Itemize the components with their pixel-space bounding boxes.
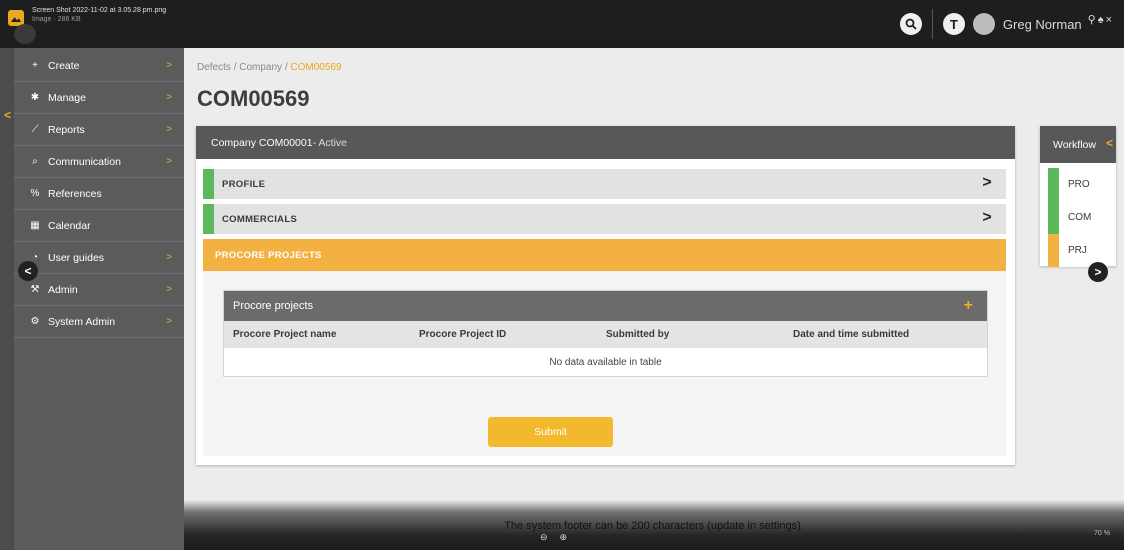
chevron-right-icon: > [166, 124, 172, 135]
workflow-step-com[interactable]: COM [1048, 201, 1108, 234]
breadcrumb-current: COM00569 [290, 62, 342, 73]
footer-text: The system footer can be 200 characters … [504, 520, 804, 532]
pin-icon[interactable]: ⚲ [1088, 14, 1098, 26]
avatar[interactable] [972, 13, 995, 35]
next-arrow-icon[interactable]: > [1088, 262, 1108, 282]
sidebar-item-label: User guides [48, 251, 105, 264]
file-preview-text: Screen Shot 2022-11-02 at 3.05.28 pm.png… [32, 6, 166, 24]
sidebar-item-create[interactable]: + Create > [14, 50, 184, 82]
sidebar-menu: + Create > ✱ Manage > ⟋ Reports > ⌕ Comm… [14, 50, 184, 338]
workflow-title: Workflow [1053, 138, 1096, 151]
sidebar-item-label: References [48, 187, 102, 200]
company-name: Company COM00001 [211, 136, 313, 149]
table-column-headers: Procore Project name Procore Project ID … [224, 321, 987, 348]
file-preview-chip: Screen Shot 2022-11-02 at 3.05.28 pm.png… [8, 6, 166, 26]
header-divider [931, 9, 933, 39]
submit-button[interactable]: Submit [488, 417, 613, 447]
notification-icons[interactable]: ⚲♠× [1088, 13, 1114, 26]
footer: The system footer can be 200 characters … [184, 500, 1124, 550]
chevron-right-icon: > [166, 92, 172, 103]
section-procore-projects[interactable]: PROCORE PROJECTS [203, 239, 1006, 271]
sidebar-item-label: Reports [48, 123, 85, 136]
breadcrumb-company[interactable]: Company [239, 62, 282, 73]
section-commercials[interactable]: COMMERCIALS > [203, 204, 1006, 234]
top-bar: Screen Shot 2022-11-02 at 3.05.28 pm.png… [0, 0, 1124, 48]
user-name[interactable]: Greg Norman [1003, 17, 1082, 32]
column-header[interactable]: Submitted by [606, 329, 669, 340]
cogs-icon: ⚙ [30, 316, 40, 327]
table-empty-row: No data available in table [224, 348, 987, 376]
workflow-step-pro[interactable]: PRO [1048, 168, 1108, 201]
sidebar-item-reports[interactable]: ⟋ Reports > [14, 114, 184, 146]
table-header-bar: Procore projects + [224, 291, 987, 321]
chevron-right-icon: > [982, 209, 992, 226]
breadcrumb-defects[interactable]: Defects [197, 62, 231, 73]
breadcrumb: Defects / Company / COM00569 [197, 62, 342, 73]
sidebar-item-references[interactable]: % References [14, 178, 184, 210]
calendar-icon: ▦ [30, 220, 40, 231]
procore-projects-table: Procore projects + Procore Project name … [223, 290, 988, 377]
zoom-out-icon[interactable]: ⊖ [540, 532, 560, 542]
sidebar-item-manage[interactable]: ✱ Manage > [14, 82, 184, 114]
top-right-controls: T Greg Norman ⚲♠× [899, 0, 1124, 48]
page-title: COM00569 [197, 86, 310, 111]
chevron-right-icon: > [166, 252, 172, 263]
link-icon: % [30, 188, 40, 199]
column-header[interactable]: Procore Project ID [419, 329, 506, 340]
add-icon[interactable]: + [964, 297, 973, 315]
sidebar-item-label: Admin [48, 283, 78, 296]
wrench-icon: ⚒ [30, 284, 40, 295]
column-header[interactable]: Procore Project name [233, 329, 336, 340]
table-title: Procore projects [233, 300, 314, 312]
tenant-button[interactable]: T [942, 13, 965, 35]
sidebar-item-admin[interactable]: ⚒ Admin > [14, 274, 184, 306]
chevron-right-icon: > [166, 316, 172, 327]
workflow-header: Workflow < [1040, 126, 1116, 163]
chevron-right-icon: > [166, 156, 172, 167]
section-profile-label: PROFILE [222, 178, 266, 190]
plus-icon: + [32, 60, 38, 71]
sidebar-item-label: Communication [48, 155, 121, 168]
sidebar-collapse-tab[interactable]: < [0, 48, 14, 550]
zoom-in-icon[interactable]: ⊕ [560, 532, 580, 542]
chevron-right-icon: > [982, 174, 992, 191]
procore-section-body: Procore projects + Procore Project name … [203, 271, 1006, 456]
status-text: - Active [312, 136, 347, 149]
sidebar-item-label: Manage [48, 91, 86, 104]
bell-icon[interactable]: ♠ [1098, 14, 1106, 26]
workflow-panel: Workflow < PRO COM PRJ [1040, 126, 1116, 267]
sidebar-item-system-admin[interactable]: ⚙ System Admin > [14, 306, 184, 338]
workflow-steps: PRO COM PRJ [1048, 168, 1108, 267]
chevron-right-icon: > [166, 284, 172, 295]
section-commercials-label: COMMERCIALS [222, 213, 298, 225]
file-meta: Image · 286 KB [32, 16, 81, 23]
section-procore-label: PROCORE PROJECTS [215, 249, 322, 261]
previous-arrow-icon[interactable]: < [18, 261, 38, 281]
gear-icon: ✱ [30, 92, 40, 103]
sidebar-item-communication[interactable]: ⌕ Communication > [14, 146, 184, 178]
empty-message: No data available in table [549, 356, 662, 368]
chat-icon: ⌕ [32, 156, 38, 167]
sidebar-item-user-guides[interactable]: ◔ User guides > [14, 242, 184, 274]
file-name: Screen Shot 2022-11-02 at 3.05.28 pm.png [32, 7, 167, 14]
sidebar-item-label: Create [48, 59, 80, 72]
search-icon[interactable] [899, 13, 922, 35]
chevron-left-icon[interactable]: < [1106, 136, 1113, 150]
chart-icon: ⟋ [31, 124, 39, 135]
chevron-right-icon: > [166, 60, 172, 71]
breadcrumb-separator: / [230, 62, 240, 73]
section-profile[interactable]: PROFILE > [203, 169, 1006, 199]
zoom-controls: ⊖⊕ [540, 532, 579, 543]
app-logo [14, 24, 36, 44]
column-header[interactable]: Date and time submitted [793, 329, 909, 340]
card-header: Company COM00001 - Active [196, 126, 1015, 159]
zoom-level: 70 % [1094, 530, 1110, 537]
close-icon[interactable]: × [1106, 14, 1114, 26]
record-card: Company COM00001 - Active PROFILE > COMM… [196, 126, 1015, 465]
chevron-left-icon[interactable]: < [4, 108, 11, 122]
sidebar-item-label: Calendar [48, 219, 91, 232]
sidebar-item-label: System Admin [48, 315, 116, 328]
sidebar-item-calendar[interactable]: ▦ Calendar [14, 210, 184, 242]
